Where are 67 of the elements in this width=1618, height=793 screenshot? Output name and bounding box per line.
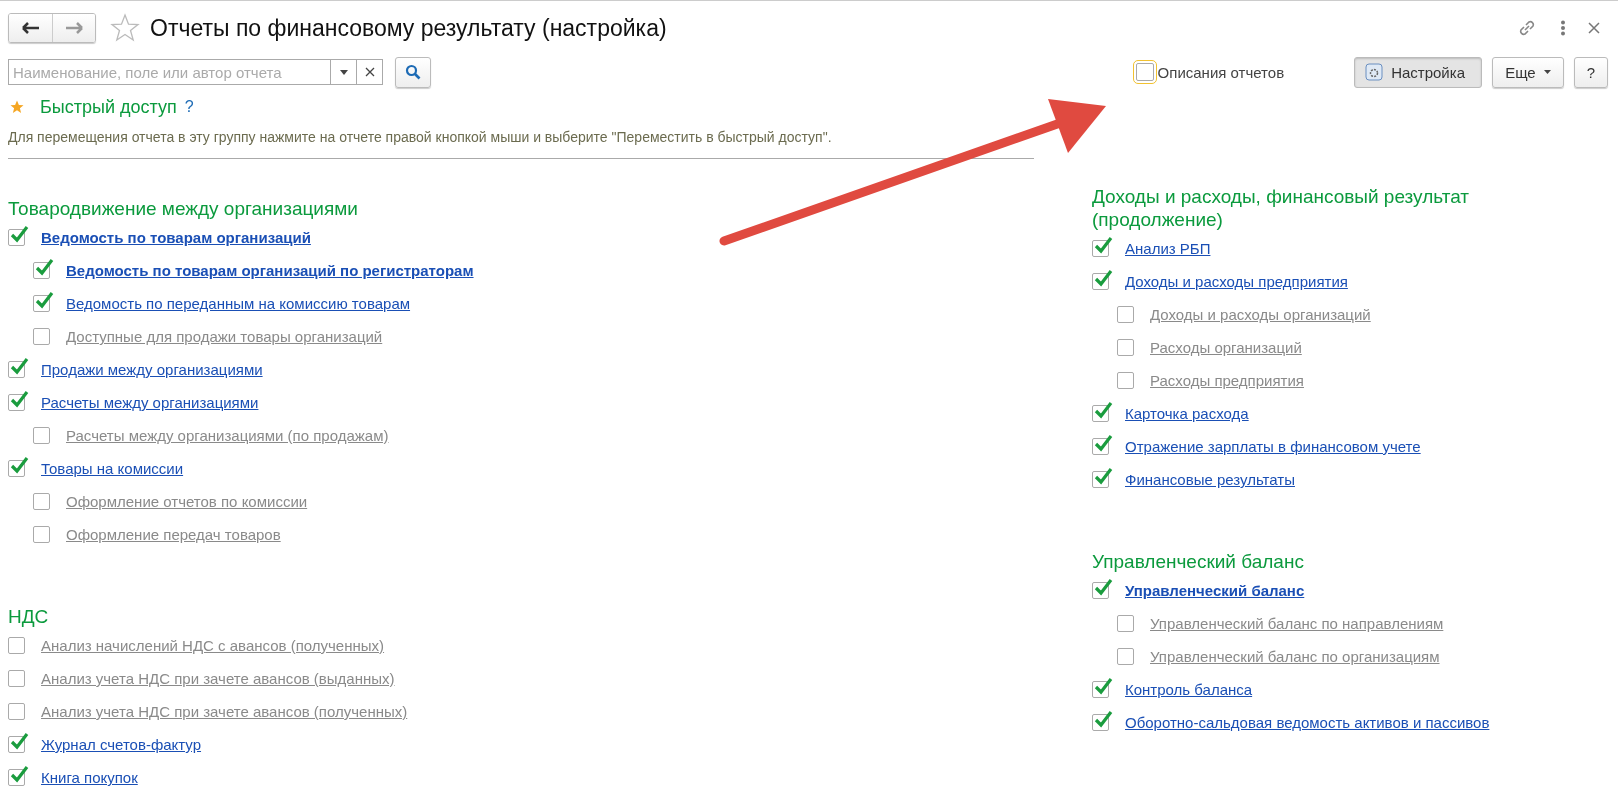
search-icon xyxy=(405,64,421,80)
report-link[interactable]: Ведомость по переданным на комиссию товарам xyxy=(66,295,411,312)
report-link[interactable]: Анализ начислений НДС с авансов (полученных) xyxy=(41,637,385,654)
report-link[interactable]: Финансовые результаты xyxy=(1125,471,1295,488)
checkbox[interactable] xyxy=(33,328,50,345)
group-title: Управленческий баланс xyxy=(1092,550,1305,573)
report-link[interactable]: Книга покупок xyxy=(41,769,138,786)
report-link[interactable]: Расчеты между организациями (по продажам) xyxy=(66,427,389,444)
report-link[interactable]: Расходы предприятия xyxy=(1150,372,1304,389)
dropdown-caret-icon xyxy=(339,69,348,75)
search-button[interactable] xyxy=(395,56,431,88)
hint-text: Для перемещения отчета в эту группу нажмите на отчете правой кнопкой мыши и выберите "Переместить в быстрый доступ". xyxy=(8,129,833,145)
report-link[interactable]: Управленческий баланс по организациям xyxy=(1150,648,1440,665)
back-button[interactable] xyxy=(9,14,52,42)
settings-button[interactable]: Настройка xyxy=(1354,56,1483,88)
report-link[interactable]: Карточка расхода xyxy=(1125,405,1249,422)
help-link[interactable]: ? xyxy=(184,98,194,116)
checkbox[interactable] xyxy=(33,427,50,444)
report-link[interactable]: Ведомость по товарам организаций по регистраторам xyxy=(66,262,474,279)
checkbox[interactable] xyxy=(8,670,25,687)
help-button[interactable]: ? xyxy=(1573,56,1608,88)
report-link[interactable]: Журнал счетов-фактур xyxy=(41,736,202,753)
checkbox[interactable] xyxy=(1117,648,1134,665)
more-button[interactable]: Еще xyxy=(1492,56,1564,88)
checkbox[interactable] xyxy=(1117,306,1134,323)
report-link[interactable]: Оборотно-сальдовая ведомость активов и пассивов xyxy=(1125,714,1490,731)
report-link[interactable]: Доходы и расходы предприятия xyxy=(1125,273,1348,290)
checkbox[interactable] xyxy=(1117,372,1134,389)
report-link[interactable]: Управленческий баланс по направлениям xyxy=(1150,615,1444,632)
checkbox[interactable] xyxy=(1117,615,1134,632)
report-link[interactable]: Товары на комиссии xyxy=(41,460,184,477)
report-link[interactable]: Оформление отчетов по комиссии xyxy=(66,493,308,510)
clear-icon xyxy=(364,67,375,77)
more-options-icon[interactable] xyxy=(1560,20,1566,36)
report-link[interactable]: Расходы организаций xyxy=(1150,339,1302,356)
window-title: Отчеты по финансовому результату (настройка) xyxy=(150,14,667,42)
report-link[interactable]: Оформление передач товаров xyxy=(66,526,281,543)
report-link[interactable]: Контроль баланса xyxy=(1125,681,1253,698)
checkbox[interactable] xyxy=(33,526,50,543)
gear-icon xyxy=(1365,63,1384,81)
close-icon[interactable] xyxy=(1588,22,1600,34)
report-link[interactable]: Расчеты между организациями xyxy=(41,394,259,411)
report-link[interactable]: Управленческий баланс xyxy=(1125,582,1305,599)
checkbox-label[interactable]: Описания отчетов xyxy=(1157,63,1285,81)
report-link[interactable]: Анализ учета НДС при зачете авансов (полученных) xyxy=(41,703,408,720)
group-title: Доходы и расходы, финансовый результат (продолжение) xyxy=(1092,185,1470,231)
group-title: НДС xyxy=(8,605,50,628)
caret-icon xyxy=(1543,70,1551,74)
report-link[interactable]: Продажи между организациями xyxy=(41,361,263,378)
checkbox[interactable] xyxy=(1117,339,1134,356)
report-link[interactable]: Анализ РБП xyxy=(1125,240,1211,257)
report-link[interactable]: Доступные для продажи товары организаций xyxy=(66,328,383,345)
report-link[interactable]: Доходы и расходы организаций xyxy=(1150,306,1371,323)
checkbox[interactable] xyxy=(33,493,50,510)
report-link[interactable]: Анализ учета НДС при зачете авансов (выданных) xyxy=(41,670,395,687)
forward-arrow-icon xyxy=(65,22,83,34)
star-icon xyxy=(10,100,24,114)
report-link[interactable]: Отражение зарплаты в финансовом учете xyxy=(1125,438,1421,455)
section-title: Быстрый доступ xyxy=(40,96,177,118)
checkbox[interactable] xyxy=(8,637,25,654)
back-arrow-icon xyxy=(21,22,40,34)
favorite-star-icon[interactable] xyxy=(110,13,140,43)
report-link[interactable]: Ведомость по товарам организаций xyxy=(41,229,311,246)
group-title: Товародвижение между организациями xyxy=(8,197,359,220)
search-field[interactable]: Наименование, поле или автор отчета xyxy=(8,59,383,85)
checkbox[interactable] xyxy=(1135,63,1154,81)
checkbox[interactable] xyxy=(8,703,25,720)
